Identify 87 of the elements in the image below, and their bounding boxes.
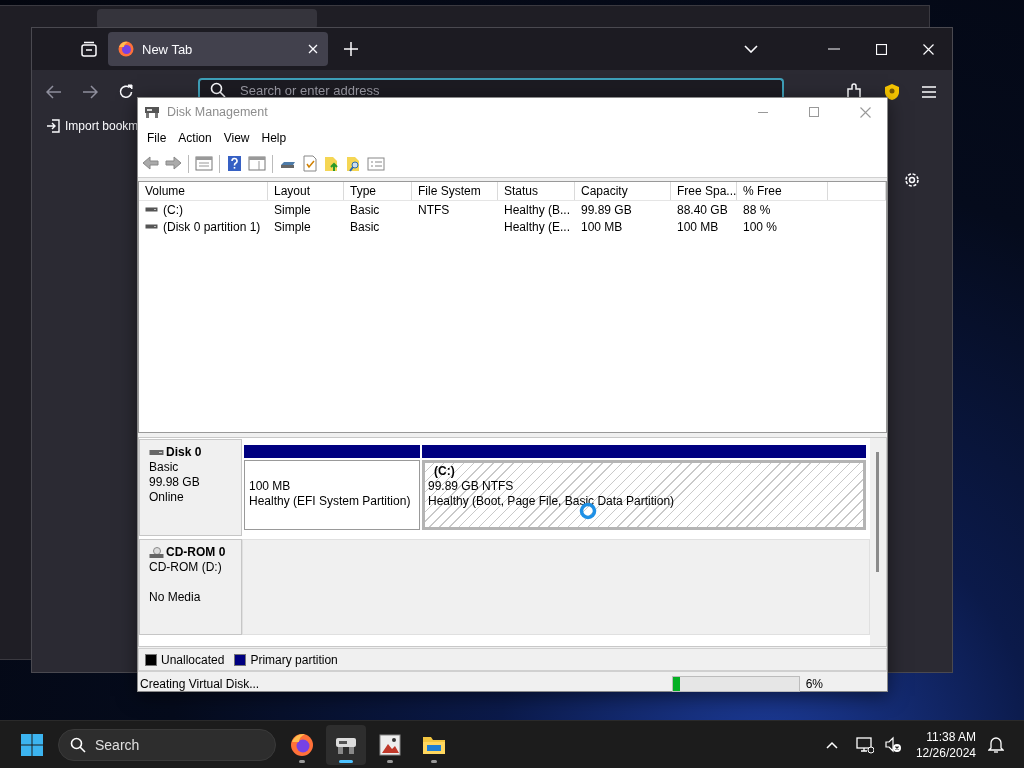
status-text: Creating Virtual Disk... [140, 676, 260, 691]
window-title: Disk Management [167, 105, 268, 119]
table-cell-text: Simple [273, 202, 312, 217]
column-header[interactable]: Type [344, 182, 412, 200]
table-cell: (C:) [139, 202, 268, 217]
scrollbar-thumb[interactable] [876, 452, 879, 572]
taskbar-app-button[interactable] [326, 724, 366, 765]
drive-icon [145, 224, 158, 229]
legend-label: Unallocated [161, 652, 225, 667]
disk-detail: Basic [149, 460, 180, 475]
running-indicator [299, 759, 305, 763]
partition-status: Healthy (EFI System Partition) [249, 494, 412, 509]
browser-logo-icon [290, 732, 314, 757]
table-cell-text: NTFS [417, 202, 451, 217]
shield-icon[interactable] [884, 82, 900, 101]
menu-item[interactable]: Help [255, 131, 293, 145]
back-arrow-icon[interactable] [142, 155, 160, 172]
menu-icon[interactable] [922, 85, 936, 98]
drive-icon [145, 207, 158, 212]
checklist-icon[interactable] [301, 155, 319, 172]
chevron-up-icon[interactable] [825, 740, 838, 749]
minimize-icon[interactable] [758, 111, 768, 113]
network-icon[interactable] [855, 735, 874, 754]
scrollbar[interactable] [870, 438, 886, 646]
column-header[interactable]: Free Spa... [671, 182, 737, 200]
bell-icon[interactable] [988, 735, 1004, 754]
table-cell: (Disk 0 partition 1) [139, 219, 268, 234]
address-field[interactable]: Search or enter address [198, 78, 784, 100]
table-cell-text: Basic [349, 219, 381, 234]
running-indicator [387, 759, 393, 763]
help-icon[interactable] [226, 155, 244, 172]
import-icon [46, 119, 60, 133]
table-cell-text: Healthy (E... [503, 219, 572, 234]
table-cell-text: Simple [273, 219, 312, 234]
image-viewer-icon [378, 732, 402, 757]
partition-size: 99.89 GB NTFS [428, 479, 515, 494]
panel-icon[interactable] [248, 155, 266, 172]
bookmark-link[interactable]: Import bookm [46, 119, 139, 133]
column-header[interactable]: % Free [737, 182, 828, 200]
disk-detail: 99.98 GB [149, 475, 201, 490]
table-cell-text: 99.89 GB [580, 202, 633, 217]
settings-icon[interactable] [903, 171, 921, 189]
running-indicator [339, 759, 353, 763]
window-icon[interactable] [195, 155, 213, 172]
muted-speaker-icon[interactable] [883, 735, 902, 754]
column-header[interactable]: Layout [268, 182, 344, 200]
column-header[interactable]: File System [412, 182, 498, 200]
reload-icon[interactable] [118, 83, 134, 100]
table-cell-text: 100 % [742, 219, 779, 234]
menu-item[interactable]: Action [172, 131, 218, 145]
table-cell-text: 88 % [742, 202, 772, 217]
column-header[interactable]: Capacity [575, 182, 671, 200]
table-cell-text: 88.40 GB [676, 202, 729, 217]
search-field[interactable]: Search [58, 728, 276, 761]
table-cell-text: Basic [349, 202, 381, 217]
table-cell-text: 100 MB [676, 219, 720, 234]
start-icon[interactable] [20, 732, 44, 757]
new-tab-icon[interactable] [344, 42, 358, 56]
progress-reading: 6% [805, 676, 823, 691]
table-cell-text: 100 MB [580, 219, 624, 234]
column-header[interactable]: Volume [139, 182, 268, 200]
search-icon [70, 736, 86, 753]
disk-detail: CD-ROM (D:) [149, 560, 223, 575]
table-cell-text: Healthy (B... [503, 202, 572, 217]
browser-logo-icon [118, 41, 134, 57]
forward-arrow-icon[interactable] [164, 155, 182, 172]
column-header[interactable]: Status [498, 182, 575, 200]
partition-label: (C:) [434, 464, 456, 479]
tab-list-icon[interactable] [80, 41, 98, 57]
clock-date[interactable]: 12/26/2024 [915, 744, 976, 761]
cd-drive-icon [149, 546, 164, 559]
menu-item[interactable]: View [217, 131, 256, 145]
partition-size: 100 MB [249, 479, 292, 494]
chevron-down-icon[interactable] [744, 45, 758, 53]
legend-label: Primary partition [250, 652, 338, 667]
back-arrow-icon[interactable] [46, 84, 62, 99]
disk-name: CD-ROM 0 [166, 545, 226, 560]
disk-tool-icon [144, 105, 160, 119]
browser-tab[interactable]: New Tab [108, 32, 328, 66]
running-indicator [431, 759, 437, 763]
disk-status: No Media [149, 590, 202, 605]
partition-box[interactable]: 100 MB Healthy (EFI System Partition) [244, 460, 420, 530]
clock-time[interactable]: 11:38 AM [926, 728, 976, 745]
disk-status: Online [149, 490, 185, 505]
menu-item[interactable]: File [141, 131, 173, 145]
disk-name: Disk 0 [166, 445, 202, 460]
forward-arrow-icon[interactable] [82, 84, 98, 99]
